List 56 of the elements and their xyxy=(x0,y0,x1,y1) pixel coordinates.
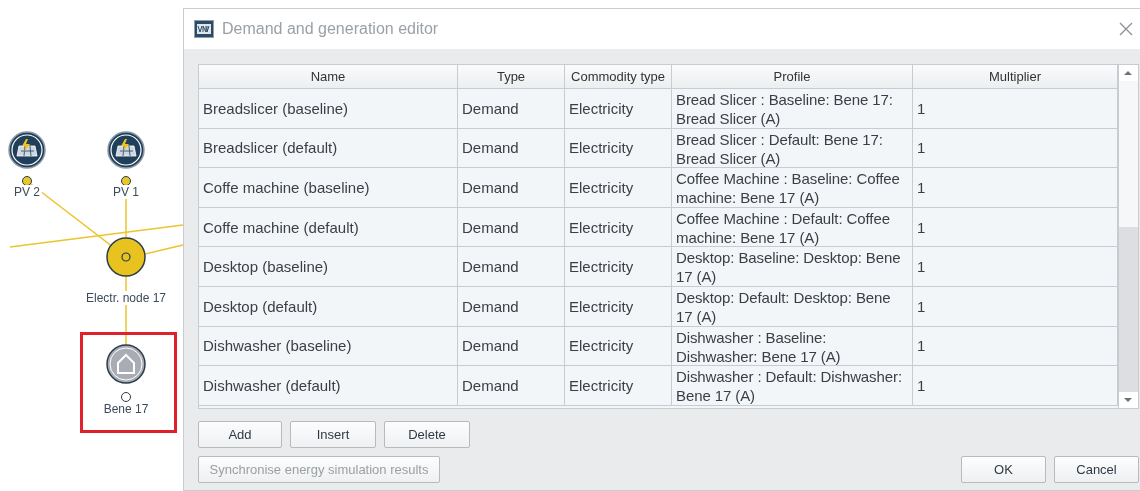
table-cell: Electricity xyxy=(565,366,672,406)
table-cell: Demand xyxy=(458,89,565,129)
table-cell: Coffee Machine : Default: Coffee machine: Bene 17 (A) xyxy=(672,207,913,248)
table-cell: Electricity xyxy=(565,326,672,367)
table-cell: Electricity xyxy=(565,207,672,248)
app-icon xyxy=(194,20,214,38)
table-cell: Dishwasher (default) xyxy=(199,366,458,406)
table-cell: Electricity xyxy=(565,247,672,287)
table-cell: Demand xyxy=(458,128,565,169)
node-label: PV 1 xyxy=(111,185,141,199)
connector-dot xyxy=(121,392,131,402)
table-cell: Desktop: Baseline: Desktop: Bene 17 (A) xyxy=(672,247,913,287)
table-cell: Dishwasher (baseline) xyxy=(199,326,458,367)
node-label: Bene 17 xyxy=(101,402,151,416)
house-icon[interactable] xyxy=(106,344,146,384)
node-label: PV 2 xyxy=(12,185,42,199)
dialog-button[interactable]: OK xyxy=(961,456,1046,483)
table-cell: Coffe machine (baseline) xyxy=(199,168,458,208)
junction-node[interactable] xyxy=(106,237,146,277)
column-header[interactable]: Multiplier xyxy=(913,65,1118,89)
table-cell: Bread Slicer : Baseline: Bene 17: Bread Slicer (A) xyxy=(672,89,913,129)
column-header[interactable]: Name xyxy=(199,65,458,89)
table-cell: Dishwasher : Default: Dishwasher: Bene 17 (A) xyxy=(672,366,913,406)
dialog-button[interactable]: Cancel xyxy=(1054,456,1139,483)
solar-panel-icon[interactable] xyxy=(106,130,146,170)
table-action-button[interactable]: Add xyxy=(198,421,282,448)
table-cell: Breadslicer (default) xyxy=(199,128,458,169)
table-action-button[interactable]: Insert xyxy=(290,421,376,448)
table-cell: Breadslicer (baseline) xyxy=(199,89,458,129)
table-cell: Electricity xyxy=(565,286,672,327)
connector-dot xyxy=(22,176,32,186)
column-header[interactable]: Commodity type xyxy=(565,65,672,89)
table-cell: Demand xyxy=(458,326,565,367)
table-cell: Coffe machine (default) xyxy=(199,207,458,248)
table-cell: Desktop: Default: Desktop: Bene 17 (A) xyxy=(672,286,913,327)
connector-dot xyxy=(121,176,131,186)
window-title: Demand and generation editor xyxy=(222,20,440,38)
table-cell: Demand xyxy=(458,168,565,208)
column-header[interactable]: Profile xyxy=(672,65,913,89)
table-action-button[interactable]: Delete xyxy=(384,421,470,448)
table-cell: Desktop (baseline) xyxy=(199,247,458,287)
table-cell: Electricity xyxy=(565,168,672,208)
table-cell: Bread Slicer : Default: Bene 17: Bread Slicer (A) xyxy=(672,128,913,169)
table-cell: Electricity xyxy=(565,128,672,169)
table-cell: Demand xyxy=(458,207,565,248)
table-cell: Demand xyxy=(458,247,565,287)
table-cell: Demand xyxy=(458,366,565,406)
table-cell: Desktop (default) xyxy=(199,286,458,327)
table-cell: Coffee Machine : Baseline: Coffee machine: Bene 17 (A) xyxy=(672,168,913,208)
column-header[interactable]: Type xyxy=(458,65,565,89)
table-cell: Dishwasher : Baseline: Dishwasher: Bene 17 (A) xyxy=(672,326,913,367)
scrollbar[interactable] xyxy=(1118,65,1138,408)
table-cell: Electricity xyxy=(565,89,672,129)
solar-panel-icon[interactable] xyxy=(7,130,47,170)
table-cell: Demand xyxy=(458,286,565,327)
close-icon[interactable] xyxy=(1119,22,1133,36)
